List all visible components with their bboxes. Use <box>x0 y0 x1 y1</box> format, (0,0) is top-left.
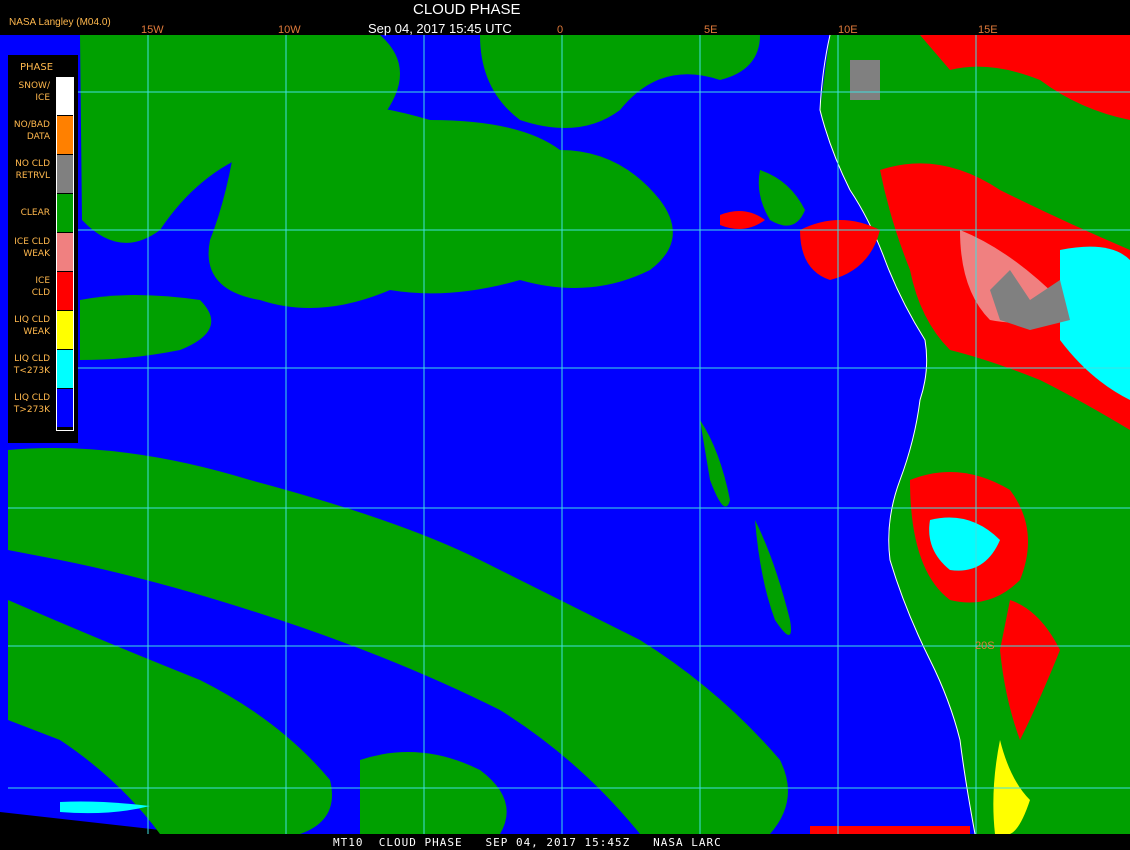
legend-item-clear: CLEAR <box>8 194 78 232</box>
org-label: NASA Langley (M04.0) <box>9 17 111 28</box>
legend-label: LIQ CLD T>273K <box>13 393 50 415</box>
legend-swatch <box>57 116 74 154</box>
no-retrieval-coast <box>850 60 880 100</box>
legend-label: LIQ CLD T<273K <box>13 354 50 376</box>
legend-swatch <box>57 233 74 271</box>
legend-item-no-cld-retrvl: NO CLD RETRVL <box>8 155 78 193</box>
legend-swatch <box>57 155 74 193</box>
legend-label: ICE CLD <box>31 276 50 298</box>
legend-item-liq-cld-warm: LIQ CLD T>273K <box>8 389 78 427</box>
legend-item-snow-ice: SNOW/ICE <box>8 77 78 115</box>
legend-label: LIQ CLD WEAK <box>14 315 50 337</box>
legend-swatch <box>57 272 74 310</box>
legend-swatch <box>57 77 74 115</box>
lon-label-10w: 10W <box>278 24 301 36</box>
legend-item-no-bad-data: NO/BAD DATA <box>8 116 78 154</box>
legend-item-liq-cld-weak: LIQ CLD WEAK <box>8 311 78 349</box>
legend-label: NO/BAD DATA <box>13 120 50 142</box>
lon-label-5e: 5E <box>704 24 718 36</box>
legend-item-liq-cld-cold: LIQ CLD T<273K <box>8 350 78 388</box>
footer-bar: MT10 CLOUD PHASE SEP 04, 2017 15:45Z NAS… <box>0 834 1130 850</box>
legend-item-ice-cld: ICE CLD <box>8 272 78 310</box>
legend-swatch <box>57 311 74 349</box>
cloud-phase-map <box>0 34 1130 850</box>
ice-cloud-bottom <box>810 826 970 834</box>
phase-legend: PHASE SNOW/ICE NO/BAD DATA NO CLD RETRVL C… <box>8 55 78 443</box>
lon-label-10e: 10E <box>838 24 858 36</box>
legend-swatch <box>57 350 74 388</box>
legend-title: PHASE <box>20 62 54 73</box>
legend-label: ICE CLD WEAK <box>14 237 50 259</box>
map-timestamp: Sep 04, 2017 15:45 UTC <box>368 21 512 36</box>
footer-text: MT10 CLOUD PHASE SEP 04, 2017 15:45Z NAS… <box>333 836 722 849</box>
lon-label-15e: 15E <box>978 24 998 36</box>
legend-swatch <box>57 389 74 427</box>
legend-label: SNOW/ICE <box>18 81 50 103</box>
legend-label: CLEAR <box>20 208 50 218</box>
legend-label: NO CLD RETRVL <box>15 159 50 181</box>
lon-label-0: 0 <box>557 24 564 36</box>
legend-swatch <box>57 194 74 232</box>
lat-label-20s: 20S <box>975 640 995 652</box>
legend-item-ice-cld-weak: ICE CLD WEAK <box>8 233 78 271</box>
map-title: CLOUD PHASE <box>413 1 521 18</box>
lon-label-15w: 15W <box>141 24 164 36</box>
